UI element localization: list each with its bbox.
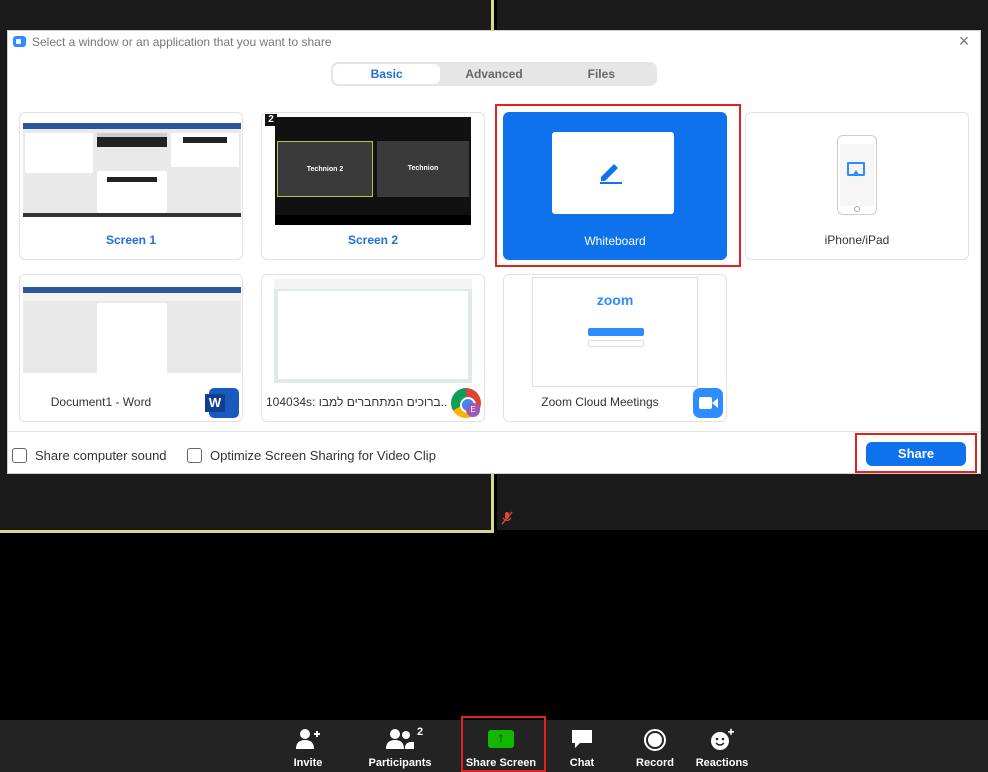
invite-button[interactable]: Invite — [282, 720, 334, 772]
chrome-window-thumbnail — [274, 279, 472, 383]
card-label: Document1 - Word — [50, 395, 152, 409]
share-option-screen-1[interactable]: Screen 1 — [19, 112, 243, 260]
share-option-zoom-app[interactable]: zoom Zoom Cloud Meetings — [503, 274, 727, 422]
footer-divider — [8, 431, 980, 432]
profile-avatar: E — [466, 403, 480, 417]
zoom-logo: zoom — [596, 292, 634, 308]
record-button[interactable]: Record — [632, 720, 678, 772]
participants-icon — [386, 729, 414, 749]
chrome-app-icon: E — [451, 388, 481, 418]
reactions-button[interactable]: Reactions — [694, 720, 750, 772]
share-option-word-document[interactable]: Document1 - Word — [19, 274, 243, 422]
participants-count: 2 — [417, 726, 424, 738]
word-window-thumbnail — [23, 287, 241, 373]
card-label: Screen 1 — [105, 233, 157, 247]
participants-button[interactable]: 2 Participants — [364, 720, 436, 772]
chat-label: Chat — [569, 757, 595, 769]
optimize-video-checkbox[interactable] — [187, 448, 202, 463]
screen-number-badge: 2 — [265, 114, 277, 126]
card-label: Zoom Cloud Meetings — [541, 395, 659, 409]
share-sound-checkbox[interactable] — [12, 448, 27, 463]
chat-button[interactable]: Chat — [562, 720, 602, 772]
share-screen-dialog: Select a window or an application that y… — [7, 30, 981, 474]
reactions-label: Reactions — [695, 757, 749, 769]
highlight-box-whiteboard — [495, 104, 741, 267]
airplay-icon — [847, 162, 865, 176]
zoom-logo-icon — [13, 36, 26, 47]
tab-files[interactable]: Files — [548, 64, 655, 84]
share-option-chrome-window[interactable]: 104034s: ברוכים המתחברים למבו... E — [261, 274, 485, 422]
invite-label: Invite — [293, 757, 323, 769]
reactions-icon — [711, 728, 734, 750]
share-option-screen-2[interactable]: Technion 2 Technion 2 Screen 2 — [261, 112, 485, 260]
muted-mic-icon — [500, 511, 516, 527]
zoom-window-thumbnail: zoom — [532, 277, 698, 387]
card-label: iPhone/iPad — [824, 233, 890, 247]
highlight-box-share — [855, 433, 977, 473]
zoom-app-icon — [693, 388, 723, 418]
optimize-video-label: Optimize Screen Sharing for Video Clip — [210, 448, 436, 463]
word-app-icon — [205, 388, 239, 418]
participants-label: Participants — [368, 757, 432, 769]
record-label: Record — [636, 757, 674, 769]
meeting-toolbar: Invite 2 Participants Share Screen Chat — [0, 716, 988, 772]
tab-advanced[interactable]: Advanced — [440, 64, 547, 84]
close-icon[interactable]: × — [956, 32, 972, 50]
meeting-window: Select a window or an application that y… — [0, 0, 988, 772]
record-icon — [644, 729, 666, 751]
iphone-icon — [837, 135, 877, 215]
chat-icon — [572, 730, 592, 748]
screen-1-thumbnail — [23, 123, 241, 217]
card-label: Screen 2 — [347, 233, 399, 247]
dialog-title: Select a window or an application that y… — [32, 35, 332, 49]
share-sound-label: Share computer sound — [35, 448, 167, 463]
tab-basic[interactable]: Basic — [333, 64, 441, 84]
screen-2-thumbnail: Technion 2 Technion — [275, 117, 471, 225]
share-option-iphone-ipad[interactable]: iPhone/iPad — [745, 112, 969, 260]
card-label: 104034s: ברוכים המתחברים למבו... — [266, 395, 448, 409]
add-user-icon — [296, 729, 320, 749]
highlight-box-share-screen — [461, 716, 546, 772]
share-tabs: Basic Advanced Files — [331, 62, 657, 86]
